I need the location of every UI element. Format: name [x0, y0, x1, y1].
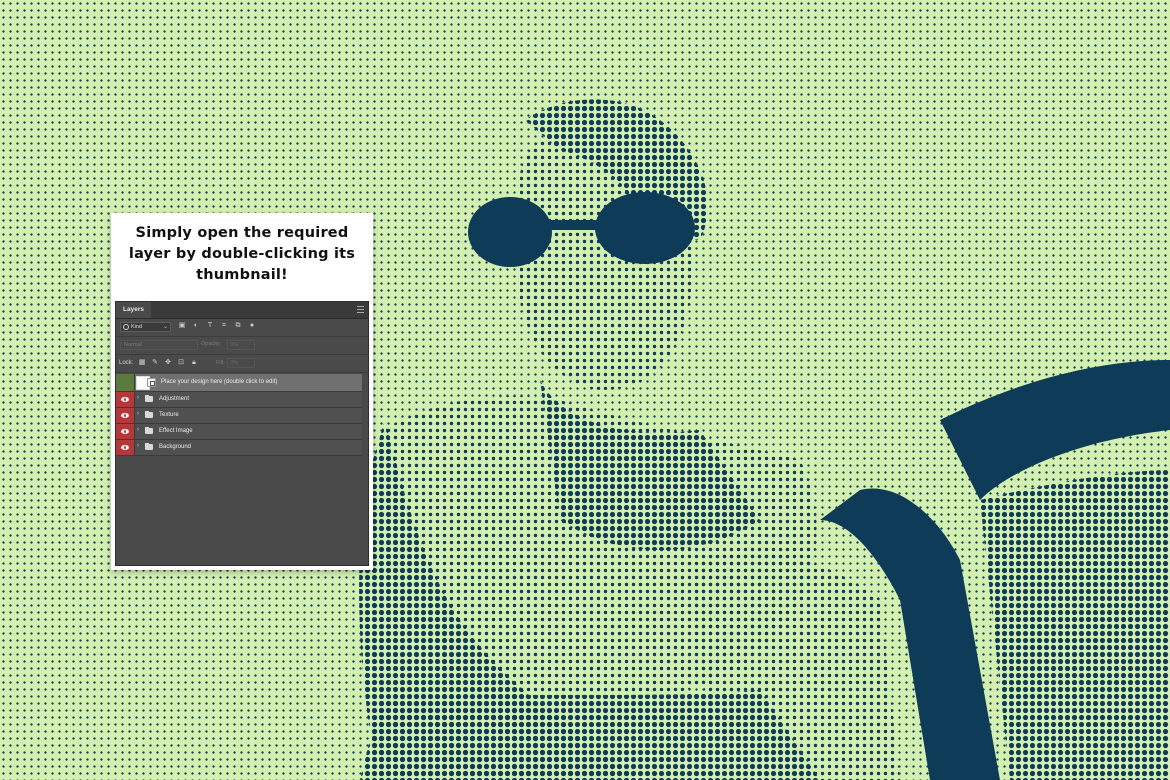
layer-name: Effect Image	[159, 428, 193, 434]
shape-filter-icon[interactable]: ⌗	[220, 322, 228, 330]
smart-object-filter-icon[interactable]: ⧉	[234, 322, 242, 330]
lock-all-icon[interactable]: 🔒︎	[190, 359, 198, 367]
chevron-right-icon[interactable]: ›	[137, 443, 139, 449]
layer-row-texture[interactable]: › Texture	[116, 408, 362, 424]
lock-position-icon[interactable]: ✥	[164, 359, 172, 367]
fill-label: Fill:	[216, 360, 225, 366]
opacity-label: Opacity:	[201, 341, 222, 347]
tab-layers[interactable]: Layers	[116, 302, 151, 318]
layer-row-background[interactable]: › Background	[116, 440, 362, 456]
search-icon	[123, 324, 129, 330]
folder-icon	[145, 411, 153, 418]
type-filter-icon[interactable]: T	[206, 322, 214, 330]
folder-icon	[145, 443, 153, 450]
folder-icon	[145, 395, 153, 402]
lock-label: Lock:	[119, 360, 134, 366]
layer-row-effect-image[interactable]: › Effect Image	[116, 424, 362, 440]
visibility-toggle[interactable]	[116, 392, 135, 407]
eye-icon	[121, 413, 129, 418]
lock-artboard-icon[interactable]: ⊡	[177, 359, 185, 367]
panel-header: Layers	[116, 302, 368, 319]
filter-row: Kind ⌄ ▣ ◐ T ⌗ ⧉ ●	[116, 319, 368, 337]
toggle-filter-icon[interactable]: ●	[248, 322, 256, 330]
lock-icons: ▦ ✎ ✥ ⊡ 🔒︎	[138, 359, 198, 367]
instruction-card: Simply open the required layer by double…	[111, 213, 373, 570]
chevron-right-icon[interactable]: ›	[137, 427, 139, 433]
folder-icon	[145, 427, 153, 434]
layer-name: Texture	[159, 412, 179, 418]
chevron-right-icon[interactable]: ›	[137, 395, 139, 401]
panel-menu-icon[interactable]	[357, 306, 364, 313]
visibility-toggle[interactable]	[116, 408, 135, 423]
eye-icon	[121, 445, 129, 450]
instruction-text: Simply open the required layer by double…	[128, 225, 356, 283]
visibility-toggle[interactable]	[116, 424, 135, 439]
eye-icon	[121, 397, 129, 402]
blend-row: Normal Opacity: 0%	[116, 337, 368, 355]
adjustment-filter-icon[interactable]: ◐	[192, 322, 200, 330]
lock-image-icon[interactable]: ✎	[151, 359, 159, 367]
layer-name: Adjustment	[159, 396, 190, 402]
layer-name: Place your design here (double click to …	[161, 379, 278, 385]
kind-label: Kind	[131, 324, 143, 330]
opacity-field[interactable]: 0%	[227, 340, 255, 350]
filter-icons: ▣ ◐ T ⌗ ⧉ ●	[178, 322, 256, 330]
layer-row-adjustment[interactable]: › Adjustment	[116, 392, 362, 408]
chevron-down-icon: ⌄	[162, 324, 168, 330]
layers-panel: Layers Kind ⌄ ▣ ◐ T ⌗ ⧉ ● Normal Opacity…	[115, 301, 369, 566]
kind-filter-select[interactable]: Kind ⌄	[120, 322, 171, 332]
lock-pixels-icon[interactable]: ▦	[138, 359, 146, 367]
visibility-toggle[interactable]	[116, 374, 135, 391]
image-filter-icon[interactable]: ▣	[178, 322, 186, 330]
smart-object-icon	[147, 378, 156, 387]
layer-list: Place your design here (double click to …	[116, 374, 362, 456]
layer-name: Background	[159, 444, 192, 450]
lock-row: Lock: ▦ ✎ ✥ ⊡ 🔒︎ Fill: 0%	[116, 355, 368, 373]
blend-mode-select[interactable]: Normal	[120, 340, 198, 350]
fill-field[interactable]: 0%	[227, 358, 255, 368]
layer-row-place-design[interactable]: Place your design here (double click to …	[116, 374, 362, 392]
eye-icon	[121, 429, 129, 434]
visibility-toggle[interactable]	[116, 440, 135, 455]
chevron-right-icon[interactable]: ›	[137, 411, 139, 417]
